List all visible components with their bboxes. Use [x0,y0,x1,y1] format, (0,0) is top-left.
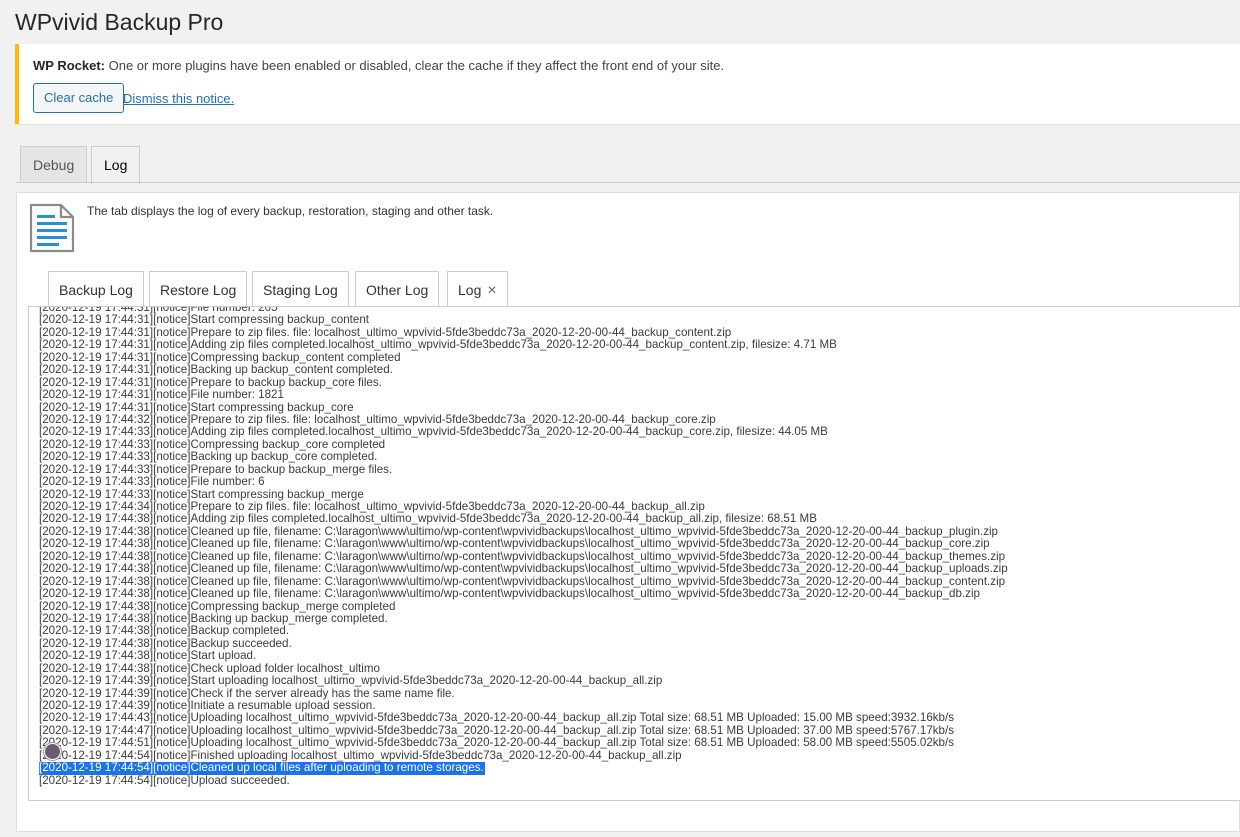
log-line-text: [2020-12-19 17:44:54][notice]Upload succ… [39,773,290,787]
log-line-text: [2020-12-19 17:44:31][notice]File number… [39,388,284,402]
log-line-text: [2020-12-19 17:44:51][notice]Uploading l… [39,736,955,750]
log-line-text: [2020-12-19 17:44:38][notice]Cleaned up … [39,574,1006,588]
log-line-text: [2020-12-19 17:44:33][notice]File number… [39,475,265,489]
log-line-text: [2020-12-19 17:44:38][notice]Backing up … [39,611,388,625]
log-line-text: [2020-12-19 17:44:31][notice]Compressing… [39,350,401,364]
log-line-text: [2020-12-19 17:44:31][notice]Prepare to … [39,375,382,389]
log-line-text: [2020-12-19 17:44:34][notice]Prepare to … [39,500,705,513]
log-line-text: [2020-12-19 17:44:32][notice]Prepare to … [39,412,716,426]
subtab-log[interactable]: Log × [447,271,508,307]
log-line-text: [2020-12-19 17:44:39][notice]Check if th… [39,686,455,700]
log-line-text: [2020-12-19 17:44:33][notice]Prepare to … [39,462,393,476]
panel-description: The tab displays the log of every backup… [87,204,494,218]
log-line-text: [2020-12-19 17:44:38][notice]Adding zip … [39,512,817,526]
log-line-text: [2020-12-19 17:44:31][notice]Adding zip … [39,338,837,352]
log-viewer[interactable]: [2020-12-19 17:44:31][notice]File number… [28,306,1240,801]
close-icon[interactable]: × [487,282,496,299]
log-line-text: [2020-12-19 17:44:43][notice]Uploading l… [39,711,955,725]
subtab-backup-log[interactable]: Backup Log [48,271,144,307]
log-line-text: [2020-12-19 17:44:31][notice]Start compr… [39,313,369,327]
tab-log[interactable]: Log [91,146,141,184]
log-line-text: [2020-12-19 17:44:33][notice]Adding zip … [39,425,828,439]
log-line-text: [2020-12-19 17:44:38][notice]Cleaned up … [39,562,1008,576]
log-line-text: [2020-12-19 17:44:38][notice]Compressing… [39,599,396,613]
log-line-text: [2020-12-19 17:44:39][notice]Start uploa… [39,674,663,688]
log-line-text: [2020-12-19 17:44:38][notice]Backup comp… [39,624,290,638]
document-icon [28,202,76,259]
log-panel: The tab displays the log of every backup… [16,192,1240,832]
log-line-text: [2020-12-19 17:44:38][notice]Cleaned up … [39,587,980,601]
log-line-text: [2020-12-19 17:44:38][notice]Cleaned up … [39,537,990,551]
log-line-text: [2020-12-19 17:44:47][notice]Uploading l… [39,723,955,737]
subtab-restore-log[interactable]: Restore Log [149,271,248,307]
log-lines: [2020-12-19 17:44:31][notice]File number… [39,307,1240,787]
log-line-text: [2020-12-19 17:44:39][notice]Initiate a … [39,699,376,712]
log-line-text: [2020-12-19 17:44:54][notice]Finished up… [39,748,682,762]
log-line-text: [2020-12-19 17:44:33][notice]Compressing… [39,437,386,451]
notice-message: One or more plugins have been enabled or… [105,58,725,73]
log-line-text: [2020-12-19 17:44:38][notice]Check uploa… [39,661,380,675]
log-line: [2020-12-19 17:44:54][notice]Upload succ… [39,773,1240,787]
dismiss-notice-link[interactable]: Dismiss this notice. [123,91,234,106]
log-line-text: [2020-12-19 17:44:38][notice]Backup succ… [39,636,292,650]
log-line-text: [2020-12-19 17:44:38][notice]Start uploa… [39,649,257,663]
wp-rocket-notice: WP Rocket: One or more plugins have been… [15,44,1240,124]
tab-debug[interactable]: Debug [20,146,88,183]
avatar-icon [44,743,61,760]
subtab-log-label: Log [458,282,482,298]
page-title: WPvivid Backup Pro [15,9,224,35]
tab-divider [16,182,1240,183]
subtab-staging-log[interactable]: Staging Log [252,271,349,307]
log-line-text: [2020-12-19 17:44:38][notice]Cleaned up … [39,549,1006,563]
subtab-other-log[interactable]: Other Log [355,271,440,307]
log-line-text: [2020-12-19 17:44:31][notice]Prepare to … [39,325,732,339]
log-line-text: [2020-12-19 17:44:31][notice]Backing up … [39,363,393,377]
clear-cache-button[interactable]: Clear cache [33,83,125,113]
log-line-text: [2020-12-19 17:44:33][notice]Start compr… [39,487,364,501]
notice-prefix: WP Rocket: [33,58,105,73]
log-line-text: [2020-12-19 17:44:38][notice]Cleaned up … [39,524,999,538]
log-line-text: [2020-12-19 17:44:31][notice]Start compr… [39,400,354,414]
notice-text: WP Rocket: One or more plugins have been… [33,58,724,73]
log-line-text: [2020-12-19 17:44:33][notice]Backing up … [39,450,378,464]
